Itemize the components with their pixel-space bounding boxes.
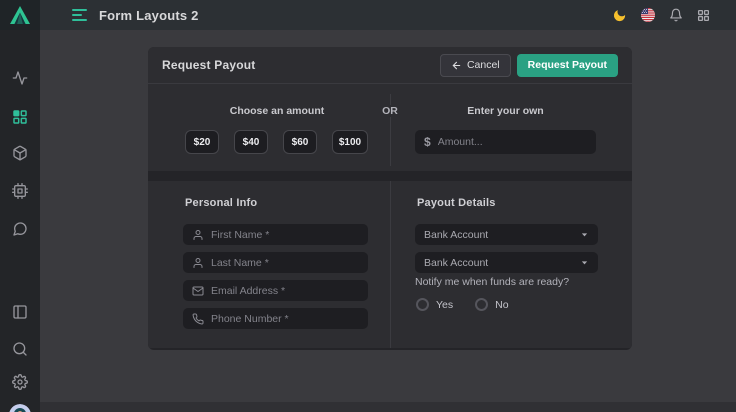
details-panel: Personal Info xyxy=(148,181,632,348)
amount-input[interactable] xyxy=(438,136,587,148)
bank-account-select-1[interactable]: Bank Account xyxy=(415,224,598,245)
cpu-icon[interactable] xyxy=(12,183,28,199)
amount-option-button[interactable]: $20 xyxy=(185,130,219,154)
chevron-down-icon xyxy=(580,230,589,239)
bank-account-select-2[interactable]: Bank Account xyxy=(415,252,598,273)
last-name-field xyxy=(183,252,368,273)
enter-your-own-label: Enter your own xyxy=(415,105,596,117)
or-label: OR xyxy=(376,105,404,117)
personal-info-heading: Personal Info xyxy=(185,197,257,209)
email-field xyxy=(183,280,368,301)
chat-icon[interactable] xyxy=(12,221,28,237)
footer-band xyxy=(40,402,736,412)
select-value: Bank Account xyxy=(424,229,488,241)
triangle-logo-icon xyxy=(10,6,30,24)
custom-amount-field: $ xyxy=(415,130,596,154)
menu-toggle-icon[interactable] xyxy=(72,9,88,21)
phone-input[interactable] xyxy=(211,313,359,325)
request-payout-button[interactable]: Request Payout xyxy=(517,54,618,77)
request-payout-card: Request Payout Cancel Request Payout xyxy=(148,47,632,350)
cancel-button[interactable]: Cancel xyxy=(440,54,511,77)
amount-option-button[interactable]: $40 xyxy=(234,130,268,154)
amount-options: $20 $40 $60 $100 xyxy=(185,130,368,154)
layout-icon[interactable] xyxy=(12,304,28,320)
radio-circle[interactable] xyxy=(416,298,429,311)
app-logo[interactable] xyxy=(0,0,40,30)
gear-icon[interactable] xyxy=(12,374,28,390)
card-header: Request Payout Cancel Request Payout xyxy=(148,47,632,84)
header-buttons: Cancel Request Payout xyxy=(440,54,618,77)
radio-circle[interactable] xyxy=(475,298,488,311)
vertical-divider xyxy=(390,181,391,348)
chevron-down-icon xyxy=(580,258,589,267)
main-content: Request Payout Cancel Request Payout xyxy=(40,30,736,412)
amount-row: Choose an amount $20 $40 $60 $100 OR Ent… xyxy=(148,84,632,171)
arrow-left-icon xyxy=(451,60,462,71)
moon-icon[interactable] xyxy=(612,8,627,23)
us-flag-icon[interactable] xyxy=(641,8,655,22)
user-avatar[interactable] xyxy=(9,404,31,412)
radio-no-label: No xyxy=(495,299,508,311)
bell-icon[interactable] xyxy=(669,8,683,22)
select-value: Bank Account xyxy=(424,257,488,269)
search-icon[interactable] xyxy=(12,341,28,357)
phone-field xyxy=(183,308,368,329)
radio-yes[interactable]: Yes xyxy=(416,298,453,311)
grid-icon[interactable] xyxy=(12,109,28,125)
dollar-icon: $ xyxy=(424,135,431,149)
cancel-label: Cancel xyxy=(467,59,500,71)
payout-details-heading: Payout Details xyxy=(417,197,496,209)
choose-amount-label: Choose an amount xyxy=(185,105,369,117)
amount-panel: Request Payout Cancel Request Payout xyxy=(148,47,632,171)
activity-icon[interactable] xyxy=(12,70,28,86)
first-name-field xyxy=(183,224,368,245)
mail-icon xyxy=(192,285,204,297)
radio-yes-label: Yes xyxy=(436,299,453,311)
notify-radio-group: Yes No xyxy=(416,298,509,311)
email-input[interactable] xyxy=(211,285,359,297)
apps-grid-icon[interactable] xyxy=(697,9,710,22)
notify-label: Notify me when funds are ready? xyxy=(415,276,569,288)
box-icon[interactable] xyxy=(12,145,28,161)
amount-option-button[interactable]: $100 xyxy=(332,130,368,154)
top-bar: Form Layouts 2 xyxy=(0,0,736,30)
sidebar xyxy=(0,30,40,412)
page-title: Form Layouts 2 xyxy=(99,8,199,23)
topbar-actions xyxy=(612,8,736,23)
card-title: Request Payout xyxy=(162,58,256,72)
phone-icon xyxy=(192,313,204,325)
radio-no[interactable]: No xyxy=(475,298,508,311)
user-icon xyxy=(192,257,204,269)
last-name-input[interactable] xyxy=(211,257,359,269)
amount-option-button[interactable]: $60 xyxy=(283,130,317,154)
user-icon xyxy=(192,229,204,241)
app-root: Form Layouts 2 xyxy=(0,0,736,412)
first-name-input[interactable] xyxy=(211,229,359,241)
